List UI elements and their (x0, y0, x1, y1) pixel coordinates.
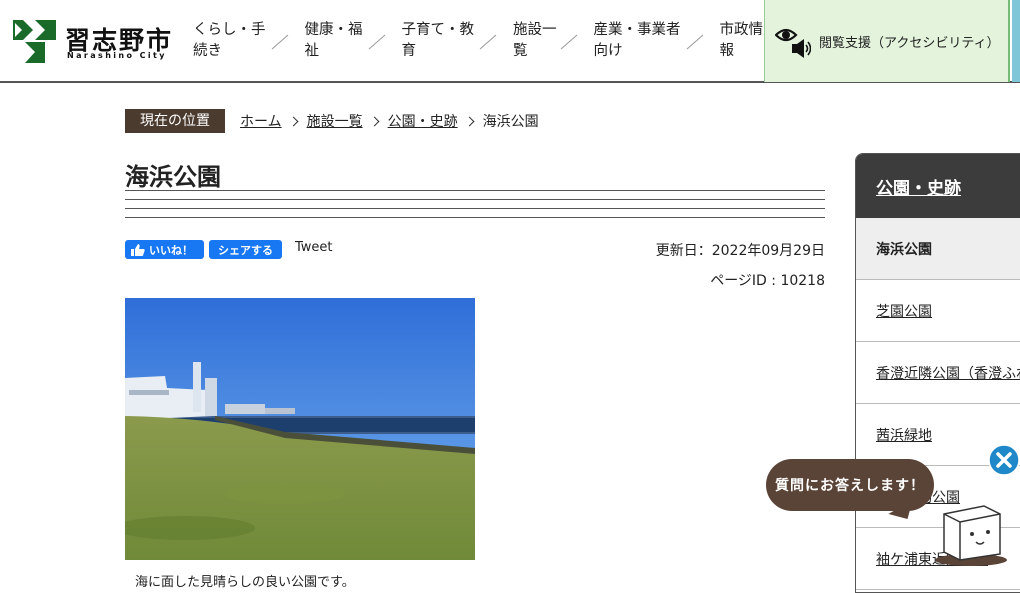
facebook-like-button[interactable]: いいね！ (125, 240, 204, 259)
nav-label-line2: 祉 (304, 42, 320, 59)
page-id: ページID : 10218 (710, 273, 825, 289)
nav-item-health[interactable]: 健康・福祉 (292, 0, 389, 81)
side-menu-heading-link[interactable]: 公園・史跡 (876, 174, 961, 199)
nav-label-line1: 産業・事業者 (593, 21, 681, 38)
breadcrumb-link-home[interactable]: ホーム (240, 111, 282, 131)
side-menu-item-label: 海浜公園 (876, 241, 932, 258)
header-edge-button[interactable] (1012, 0, 1020, 82)
accessibility-button[interactable]: 閲覧支援（アクセシビリティ） (764, 0, 1010, 82)
nav-item-industry[interactable]: 産業・事業者 向け (581, 0, 707, 81)
breadcrumb-link-parks[interactable]: 公園・史跡 (388, 111, 458, 131)
breadcrumb-link-facilities[interactable]: 施設一覧 (307, 111, 363, 131)
nav-separator-icon (368, 34, 385, 50)
global-nav: くらし・手続き 健康・福祉 子育て・教育 施設一覧 産業・事業者 向け 市政情報 (180, 0, 777, 81)
facebook-share-button[interactable]: シェアする (209, 240, 282, 259)
tofu-mascot-icon[interactable] (930, 500, 1012, 568)
nav-label-line2: 覧 (513, 42, 528, 59)
chevron-right-icon (464, 116, 475, 126)
tweet-link[interactable]: Tweet (295, 240, 333, 255)
side-menu-item[interactable]: 香澄近隣公園（香澄ふれあい公園） (856, 342, 1020, 404)
nav-label-line1: 市政情 (719, 21, 764, 38)
nav-item-living[interactable]: くらし・手 続き (180, 0, 292, 81)
chevron-right-icon (288, 116, 299, 126)
nav-label-line2: 報 (719, 42, 735, 59)
nav-separator-icon (686, 34, 703, 50)
nav-label-line1: くらし・手 (193, 21, 266, 38)
narashino-logo-icon (13, 20, 56, 63)
updated-date: 更新日：2022年09月29日 (655, 243, 825, 259)
side-menu-item-link[interactable]: 茜浜緑地 (876, 425, 932, 445)
nav-label-line1: 施設一 (513, 21, 557, 38)
thumbs-up-icon (131, 243, 145, 256)
nav-label-line1: 子育て・教 (401, 21, 475, 38)
facebook-like-label: いいね！ (149, 243, 193, 257)
side-menu-item-link[interactable]: 芝園公園 (876, 301, 932, 321)
park-photo-image (125, 298, 475, 560)
close-icon[interactable] (988, 444, 1020, 476)
accessibility-icon (775, 28, 811, 58)
title-underline (125, 190, 825, 218)
nav-label-line1: 健康・福 (304, 21, 363, 38)
side-menu-heading: 公園・史跡 (856, 154, 1020, 218)
nav-label-line2: 向け (593, 42, 623, 59)
nav-item-facilities[interactable]: 施設一覧 (500, 0, 581, 81)
accessibility-label: 閲覧支援（アクセシビリティ） (819, 35, 1000, 51)
chat-bubble-label: 質問にお答えします！ (775, 478, 925, 494)
chevron-right-icon (369, 116, 380, 126)
breadcrumb-label: 現在の位置 (125, 109, 225, 133)
nav-label-line2: 育 (401, 42, 417, 59)
side-menu-item-active[interactable]: 海浜公園 (856, 218, 1020, 280)
logo-subtext: Narashino City (67, 51, 167, 60)
site-logo[interactable]: 習志野市 Narashino City (13, 20, 173, 64)
page-title: 海浜公園 (125, 163, 221, 191)
site-header: 習志野市 Narashino City くらし・手続き 健康・福祉 子育て・教育… (0, 0, 1020, 83)
nav-label-line2: 続き (193, 42, 222, 59)
facebook-share-label: シェアする (218, 243, 273, 257)
breadcrumb: 現在の位置 ホーム 施設一覧 公園・史跡 海浜公園 (125, 109, 539, 133)
nav-item-childcare[interactable]: 子育て・教育 (389, 0, 501, 81)
park-photo[interactable] (125, 298, 475, 560)
side-menu-item-link[interactable]: 香澄近隣公園（香澄ふれあい公園） (876, 363, 1020, 383)
nav-separator-icon (479, 34, 497, 50)
side-menu-item[interactable]: 芝園公園 (856, 280, 1020, 342)
photo-caption: 海に面した見晴らしの良い公園です。 (135, 575, 355, 590)
chat-bubble[interactable]: 質問にお答えします！ (766, 459, 934, 511)
breadcrumb-current: 海浜公園 (482, 114, 539, 130)
nav-separator-icon (560, 34, 577, 50)
nav-separator-icon (271, 34, 288, 50)
